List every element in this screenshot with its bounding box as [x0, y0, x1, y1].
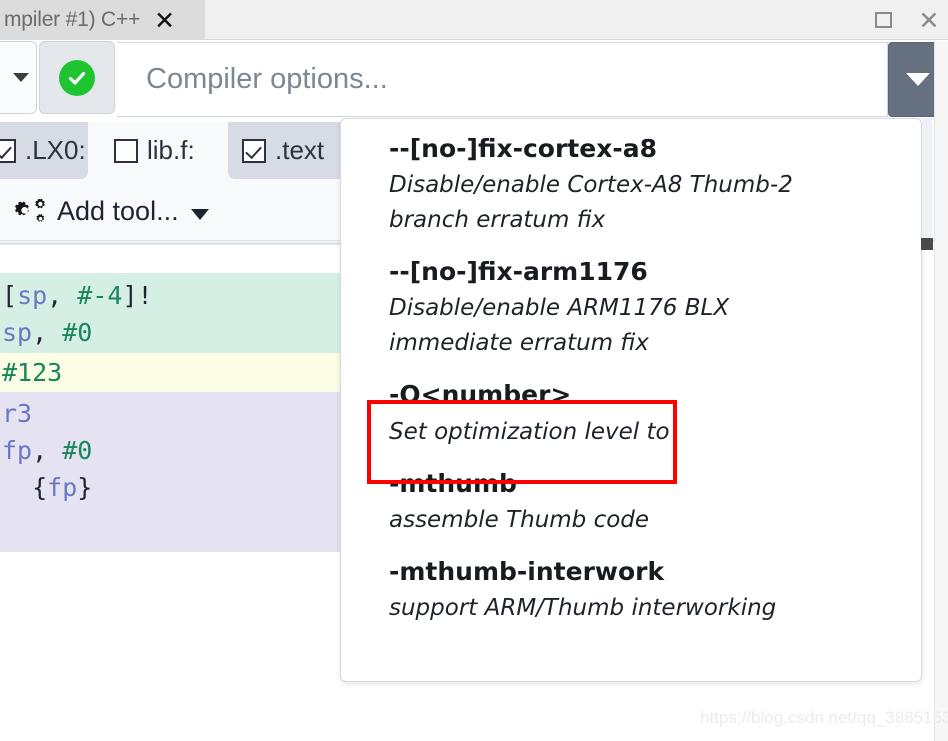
code-token: , — [32, 436, 63, 465]
code-token: , — [47, 281, 78, 310]
assembly-output-pane[interactable]: [sp, #-4]! sp, #0 #123 r3 fp, #0 {fp} — [0, 242, 340, 562]
code-token: } — [77, 473, 93, 502]
suggestion-description: support ARM/Thumb interworking — [389, 594, 777, 621]
code-token: fp — [47, 473, 78, 502]
code-line: #123 — [0, 354, 340, 391]
window-titlebar: mpiler #1) C++ ✕ ✕ — [0, 0, 948, 40]
suggestion-scrollbar-track[interactable] — [922, 118, 932, 240]
checkbox-icon[interactable] — [0, 138, 16, 163]
code-line: [sp, #-4]! — [0, 277, 340, 314]
compiler-select-button[interactable] — [0, 41, 37, 114]
maximize-button[interactable] — [870, 7, 896, 33]
code-token: , — [32, 318, 63, 347]
code-token: r3 — [2, 399, 33, 428]
section-chip-text[interactable]: .text — [228, 122, 340, 179]
compiler-options-input[interactable]: Compiler options... — [117, 42, 888, 117]
compiler-options-placeholder: Compiler options... — [146, 63, 388, 95]
suggestion-description: Disable/enable Cortex-A8 Thumb-2 branch … — [389, 172, 793, 234]
chevron-down-icon — [12, 73, 29, 82]
code-line: {fp} — [0, 469, 340, 506]
checkbox-icon[interactable] — [114, 138, 138, 163]
code-blank-line — [0, 245, 340, 273]
section-chip-label: lib.f: — [147, 135, 195, 165]
code-token: #0 — [62, 436, 93, 465]
window-close-button[interactable]: ✕ — [916, 7, 942, 33]
add-tool-label: Add tool... — [57, 196, 179, 226]
code-line: sp, #0 — [0, 314, 340, 351]
compile-status-button[interactable] — [39, 41, 115, 114]
check-circle-icon — [59, 59, 95, 96]
add-tool-button[interactable]: Add tool... — [14, 196, 209, 227]
section-chip-label: .text — [275, 135, 325, 165]
code-token: sp — [2, 318, 33, 347]
suggestion-description: assemble Thumb code — [389, 506, 650, 533]
maximize-icon — [874, 12, 892, 28]
code-token: [ — [2, 281, 18, 310]
suggestion-description: Set optimization level to — [389, 418, 670, 445]
suggestion-item[interactable]: -mthumb assemble Thumb code — [341, 454, 921, 542]
suggestion-item[interactable]: --[no-]fix-cortex-a8 Disable/enable Corte… — [341, 119, 921, 242]
suggestion-items: --[no-]fix-cortex-a8 Disable/enable Corte… — [341, 119, 921, 630]
suggestion-item[interactable]: -mthumb-interwork support ARM/Thumb inter… — [341, 542, 921, 630]
window-controls: ✕ — [870, 0, 942, 40]
code-token: #123 — [2, 358, 63, 387]
suggestion-description: Disable/enable ARM1176 BLX immediate err… — [389, 295, 730, 357]
code-token: sp — [17, 281, 48, 310]
suggestion-title: --[no-]fix-arm1176 — [389, 257, 648, 287]
code-block-green: [sp, #-4]! sp, #0 — [0, 273, 340, 353]
checkbox-icon[interactable] — [242, 138, 266, 163]
compiler-options-bar: Compiler options... — [0, 41, 948, 118]
code-token: ]! — [122, 281, 153, 310]
code-block-yellow: #123 — [0, 353, 340, 392]
suggestion-title: -mthumb-interwork — [389, 556, 665, 586]
editor-tab-label: mpiler #1) C++ — [4, 8, 141, 31]
section-chip-lx0[interactable]: .LX0: — [0, 122, 88, 179]
suggestion-item[interactable]: -O<number> Set optimization level to — [341, 365, 921, 453]
code-block-purple: r3 fp, #0 {fp} — [0, 392, 340, 552]
chevron-down-icon — [190, 208, 209, 220]
code-token: #-4 — [77, 281, 123, 310]
suggestion-title: --[no-]fix-cortex-a8 — [389, 134, 657, 163]
code-token: fp — [2, 436, 33, 465]
section-chip-label: .LX0: — [25, 135, 86, 165]
close-icon: ✕ — [918, 5, 940, 35]
code-token: #0 — [62, 318, 93, 347]
section-chip-libf[interactable]: lib.f: — [100, 122, 209, 179]
chevron-down-icon — [906, 73, 930, 86]
close-icon[interactable]: ✕ — [154, 8, 175, 33]
compiler-options-suggestion-list[interactable]: --[no-]fix-cortex-a8 Disable/enable Corte… — [340, 118, 922, 682]
suggestion-item[interactable]: --[no-]fix-arm1176 Disable/enable ARM1176… — [341, 242, 921, 365]
watermark-text: https://blog.csdn.net/qq_38851536 — [700, 708, 948, 727]
editor-tab-compiler[interactable]: mpiler #1) C++ ✕ — [0, 0, 205, 40]
suggestion-title: -O<number> — [389, 380, 572, 410]
code-token: { — [2, 473, 48, 502]
page-scrollbar[interactable] — [934, 41, 948, 741]
suggestion-title: -mthumb — [389, 468, 517, 498]
suggestion-scrollbar-thumb[interactable] — [921, 238, 933, 250]
code-line: fp, #0 — [0, 432, 340, 469]
gears-icon — [14, 197, 47, 226]
code-line: r3 — [0, 395, 340, 432]
